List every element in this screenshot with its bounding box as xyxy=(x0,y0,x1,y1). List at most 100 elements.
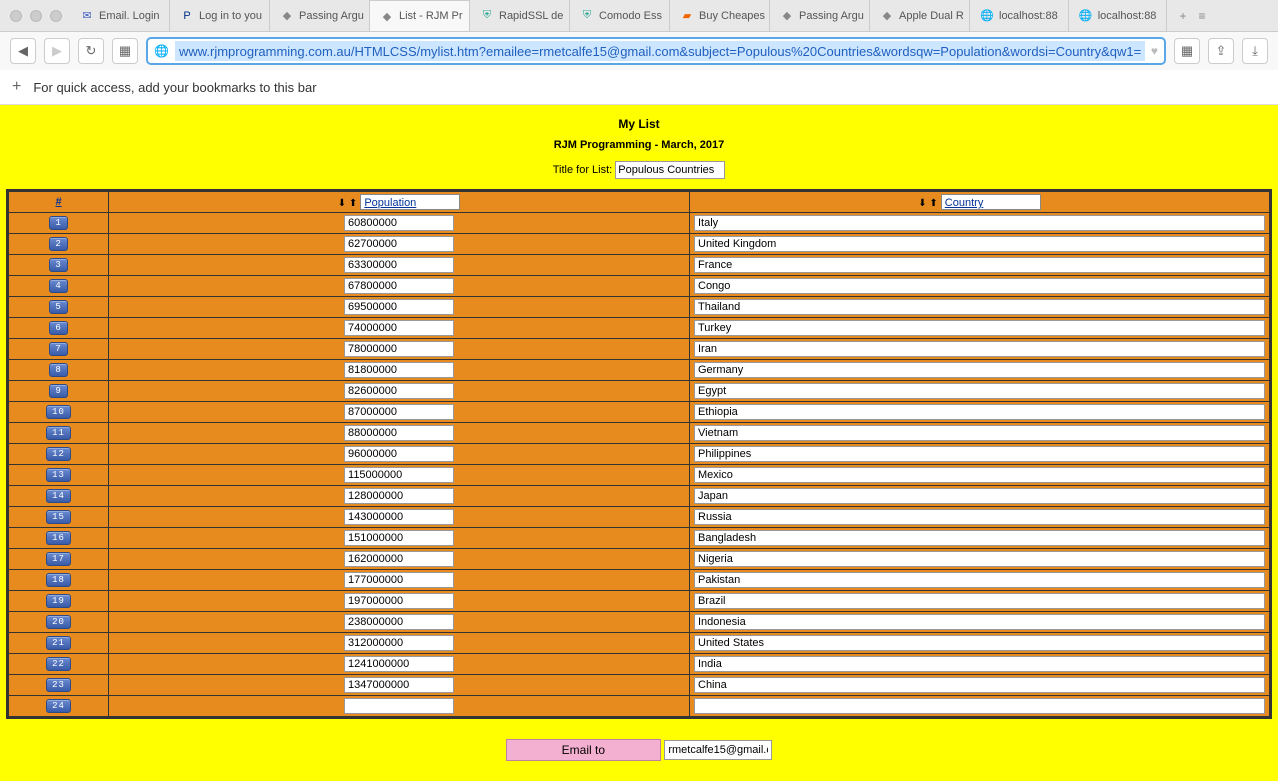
url-bar[interactable]: 🌐 ♥ xyxy=(146,37,1166,65)
list-title-label: Title for List: xyxy=(553,164,613,176)
speed-dial-button[interactable]: ▦ xyxy=(112,38,138,64)
country-input[interactable] xyxy=(694,404,1265,420)
country-input[interactable] xyxy=(694,509,1265,525)
country-input[interactable] xyxy=(694,488,1265,504)
tab[interactable]: 🌐localhost:88 xyxy=(1069,0,1168,31)
tab[interactable]: ⛨Comodo Ess xyxy=(570,0,670,31)
country-input[interactable] xyxy=(694,635,1265,651)
population-input[interactable] xyxy=(344,530,454,546)
share-button[interactable]: ⇪ xyxy=(1208,38,1234,64)
country-input[interactable] xyxy=(694,656,1265,672)
forward-button[interactable]: ▶ xyxy=(44,38,70,64)
population-input[interactable] xyxy=(344,299,454,315)
tab[interactable]: ▰Buy Cheapes xyxy=(670,0,770,31)
country-input[interactable] xyxy=(694,299,1265,315)
tab[interactable]: ✉Email. Login xyxy=(70,0,170,31)
population-input[interactable] xyxy=(344,635,454,651)
tab[interactable]: ◆Apple Dual R xyxy=(870,0,970,31)
country-input[interactable] xyxy=(694,698,1265,714)
downloads-button[interactable]: ⤓ xyxy=(1242,38,1268,64)
back-button[interactable]: ◀ xyxy=(10,38,36,64)
table-row: 10 xyxy=(8,402,1271,423)
country-input[interactable] xyxy=(694,362,1265,378)
population-input[interactable] xyxy=(344,467,454,483)
tab[interactable]: ◆Passing Argu xyxy=(770,0,870,31)
population-cell xyxy=(109,465,690,486)
population-input[interactable] xyxy=(344,404,454,420)
url-input[interactable] xyxy=(175,41,1145,61)
tab-label: Comodo Ess xyxy=(599,10,662,22)
row-number-cell: 15 xyxy=(8,507,109,528)
country-input[interactable] xyxy=(694,446,1265,462)
header-population-label[interactable]: Population xyxy=(360,194,460,210)
email-input[interactable] xyxy=(664,740,772,760)
country-input[interactable] xyxy=(694,320,1265,336)
email-button[interactable]: Email to xyxy=(506,739,661,761)
country-input[interactable] xyxy=(694,593,1265,609)
population-input[interactable] xyxy=(344,362,454,378)
row-number-cell: 16 xyxy=(8,528,109,549)
new-tab-button[interactable]: + xyxy=(1179,9,1186,23)
row-number-cell: 11 xyxy=(8,423,109,444)
add-bookmark-button[interactable]: + xyxy=(12,78,21,96)
header-country-label[interactable]: Country xyxy=(941,194,1041,210)
population-input[interactable] xyxy=(344,425,454,441)
population-input[interactable] xyxy=(344,278,454,294)
population-input[interactable] xyxy=(344,488,454,504)
country-input[interactable] xyxy=(694,278,1265,294)
table-row: 23 xyxy=(8,675,1271,696)
bookmark-heart-icon[interactable]: ♥ xyxy=(1151,44,1158,58)
population-input[interactable] xyxy=(344,677,454,693)
country-cell xyxy=(690,402,1271,423)
tab[interactable]: PLog in to you xyxy=(170,0,270,31)
population-input[interactable] xyxy=(344,215,454,231)
sort-icon[interactable]: ⬇ ⬆ xyxy=(338,198,358,209)
population-input[interactable] xyxy=(344,614,454,630)
population-input[interactable] xyxy=(344,257,454,273)
population-input[interactable] xyxy=(344,341,454,357)
population-input[interactable] xyxy=(344,509,454,525)
country-input[interactable] xyxy=(694,677,1265,693)
country-input[interactable] xyxy=(694,551,1265,567)
population-input[interactable] xyxy=(344,551,454,567)
country-input[interactable] xyxy=(694,341,1265,357)
population-cell xyxy=(109,507,690,528)
row-number-badge: 4 xyxy=(49,279,67,293)
population-input[interactable] xyxy=(344,320,454,336)
country-cell xyxy=(690,486,1271,507)
population-input[interactable] xyxy=(344,656,454,672)
table-row: 4 xyxy=(8,276,1271,297)
header-population[interactable]: ⬇ ⬆ Population xyxy=(109,191,690,213)
population-input[interactable] xyxy=(344,593,454,609)
tab[interactable]: ◆Passing Argu xyxy=(270,0,370,31)
maximize-icon[interactable] xyxy=(50,10,62,22)
country-input[interactable] xyxy=(694,257,1265,273)
sort-icon[interactable]: ⬇ ⬆ xyxy=(918,198,938,209)
country-input[interactable] xyxy=(694,236,1265,252)
country-input[interactable] xyxy=(694,467,1265,483)
country-input[interactable] xyxy=(694,614,1265,630)
reload-button[interactable]: ↻ xyxy=(78,38,104,64)
tab[interactable]: 🌐localhost:88 xyxy=(970,0,1069,31)
country-input[interactable] xyxy=(694,425,1265,441)
close-icon[interactable] xyxy=(10,10,22,22)
tab-favicon: ◆ xyxy=(880,9,894,23)
tab[interactable]: ⛨RapidSSL de xyxy=(470,0,570,31)
country-input[interactable] xyxy=(694,215,1265,231)
population-input[interactable] xyxy=(344,572,454,588)
minimize-icon[interactable] xyxy=(30,10,42,22)
country-input[interactable] xyxy=(694,530,1265,546)
header-country[interactable]: ⬇ ⬆ Country xyxy=(690,191,1271,213)
population-input[interactable] xyxy=(344,236,454,252)
country-input[interactable] xyxy=(694,572,1265,588)
population-input[interactable] xyxy=(344,446,454,462)
tab-menu-button[interactable]: ≡ xyxy=(1198,9,1205,23)
population-input[interactable] xyxy=(344,698,454,714)
population-input[interactable] xyxy=(344,383,454,399)
header-number[interactable]: # xyxy=(8,191,109,213)
list-title-input[interactable] xyxy=(615,161,725,179)
country-input[interactable] xyxy=(694,383,1265,399)
country-cell xyxy=(690,612,1271,633)
extension-button[interactable]: ▦ xyxy=(1174,38,1200,64)
tab[interactable]: ◆List - RJM Pr xyxy=(370,0,470,31)
